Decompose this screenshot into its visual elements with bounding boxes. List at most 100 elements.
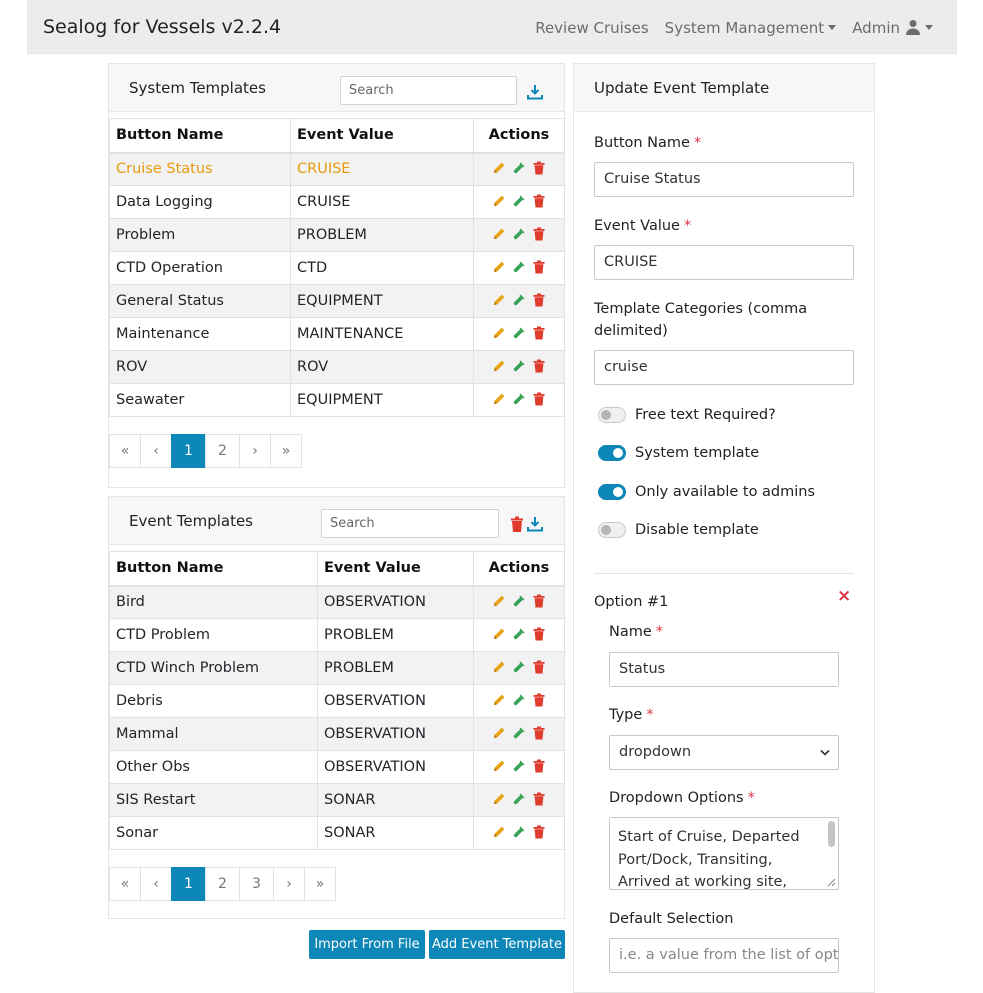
column-header-button-name[interactable]: Button Name [109, 551, 318, 587]
table-row[interactable]: Data Logging CRUISE [109, 185, 565, 219]
event-value-field[interactable]: CRUISE [594, 245, 854, 280]
table-row[interactable]: Other Obs OBSERVATION [109, 750, 565, 784]
pagination-next-page-button[interactable]: › [273, 867, 305, 901]
table-row[interactable]: Bird OBSERVATION [109, 585, 565, 619]
trash-icon[interactable] [532, 194, 546, 208]
nav-system-management[interactable]: System Management [665, 19, 837, 37]
nav-review-cruises[interactable]: Review Cruises [535, 19, 648, 37]
resize-grip-icon[interactable] [826, 877, 836, 887]
pencil-icon[interactable] [492, 359, 506, 373]
table-row[interactable]: Sonar SONAR [109, 816, 565, 850]
beaker-icon[interactable] [512, 392, 526, 406]
pagination-prev-page-button[interactable]: ‹ [140, 867, 172, 901]
pencil-icon[interactable] [492, 726, 506, 740]
table-row[interactable]: CTD Operation CTD [109, 251, 565, 285]
pagination-prev-page-button[interactable]: ‹ [140, 434, 172, 468]
pencil-icon[interactable] [492, 194, 506, 208]
beaker-icon[interactable] [512, 660, 526, 674]
beaker-icon[interactable] [512, 326, 526, 340]
add-event-template-button[interactable]: Add Event Template [429, 930, 565, 959]
trash-icon[interactable] [532, 227, 546, 241]
pencil-icon[interactable] [492, 627, 506, 641]
beaker-icon[interactable] [512, 759, 526, 773]
beaker-icon[interactable] [512, 627, 526, 641]
pagination-first-page-button[interactable]: « [109, 867, 141, 901]
table-row[interactable]: Seawater EQUIPMENT [109, 383, 565, 417]
template-categories-field[interactable]: cruise [594, 350, 854, 385]
beaker-icon[interactable] [512, 594, 526, 608]
dropdown-options-textarea[interactable]: Start of Cruise, Departed Port/Dock, Tra… [609, 817, 839, 890]
system-template-toggle[interactable]: System template [598, 443, 759, 463]
pencil-icon[interactable] [492, 326, 506, 340]
beaker-icon[interactable] [512, 260, 526, 274]
pencil-icon[interactable] [492, 825, 506, 839]
trash-icon[interactable] [509, 516, 525, 532]
admins-only-toggle[interactable]: Only available to admins [598, 482, 815, 502]
remove-option-icon[interactable]: × [837, 586, 851, 606]
pencil-icon[interactable] [492, 260, 506, 274]
pagination-next-page-button[interactable]: › [239, 434, 271, 468]
pencil-icon[interactable] [492, 660, 506, 674]
table-row[interactable]: SIS Restart SONAR [109, 783, 565, 817]
pencil-icon[interactable] [492, 594, 506, 608]
beaker-icon[interactable] [512, 359, 526, 373]
table-row[interactable]: Mammal OBSERVATION [109, 717, 565, 751]
pagination-page-1-button[interactable]: 1 [171, 434, 206, 468]
column-header-button-name[interactable]: Button Name [109, 118, 291, 154]
download-icon[interactable] [527, 516, 543, 532]
trash-icon[interactable] [532, 627, 546, 641]
pagination-page-2-button[interactable]: 2 [205, 867, 240, 901]
trash-icon[interactable] [532, 326, 546, 340]
beaker-icon[interactable] [512, 293, 526, 307]
table-row[interactable]: CTD Winch Problem PROBLEM [109, 651, 565, 685]
beaker-icon[interactable] [512, 194, 526, 208]
toggle-switch[interactable] [598, 522, 626, 538]
beaker-icon[interactable] [512, 693, 526, 707]
trash-icon[interactable] [532, 660, 546, 674]
beaker-icon[interactable] [512, 227, 526, 241]
disable-template-toggle[interactable]: Disable template [598, 520, 759, 540]
download-icon[interactable] [527, 84, 543, 100]
table-row[interactable]: Debris OBSERVATION [109, 684, 565, 718]
trash-icon[interactable] [532, 825, 546, 839]
pagination-last-page-button[interactable]: » [304, 867, 336, 901]
pagination-last-page-button[interactable]: » [270, 434, 302, 468]
trash-icon[interactable] [532, 161, 546, 175]
trash-icon[interactable] [532, 759, 546, 773]
table-row[interactable]: Maintenance MAINTENANCE [109, 317, 565, 351]
default-selection-field[interactable]: i.e. a value from the list of opti [609, 938, 839, 973]
table-row[interactable]: ROV ROV [109, 350, 565, 384]
event-templates-search-input[interactable] [321, 509, 499, 538]
pencil-icon[interactable] [492, 293, 506, 307]
column-header-event-value[interactable]: Event Value [290, 118, 474, 154]
app-brand[interactable]: Sealog for Vessels v2.2.4 [43, 16, 281, 38]
pencil-icon[interactable] [492, 792, 506, 806]
table-row[interactable]: Cruise Status CRUISE [109, 152, 565, 186]
trash-icon[interactable] [532, 693, 546, 707]
pagination-first-page-button[interactable]: « [109, 434, 141, 468]
table-row[interactable]: General Status EQUIPMENT [109, 284, 565, 318]
trash-icon[interactable] [532, 726, 546, 740]
free-text-required-toggle[interactable]: Free text Required? [598, 405, 776, 425]
pencil-icon[interactable] [492, 392, 506, 406]
pencil-icon[interactable] [492, 693, 506, 707]
nav-admin[interactable]: Admin [852, 19, 933, 37]
table-row[interactable]: CTD Problem PROBLEM [109, 618, 565, 652]
trash-icon[interactable] [532, 260, 546, 274]
option-name-field[interactable]: Status [609, 652, 839, 687]
toggle-switch[interactable] [598, 445, 626, 461]
beaker-icon[interactable] [512, 726, 526, 740]
pagination-page-1-button[interactable]: 1 [171, 867, 206, 901]
option-type-select[interactable]: dropdown [609, 735, 839, 770]
button-name-field[interactable]: Cruise Status [594, 162, 854, 197]
column-header-event-value[interactable]: Event Value [317, 551, 474, 587]
pagination-page-2-button[interactable]: 2 [205, 434, 240, 468]
system-templates-search-input[interactable] [340, 76, 517, 105]
trash-icon[interactable] [532, 359, 546, 373]
pagination-page-3-button[interactable]: 3 [239, 867, 274, 901]
toggle-switch[interactable] [598, 484, 626, 500]
pencil-icon[interactable] [492, 161, 506, 175]
textarea-scrollbar[interactable] [828, 821, 835, 847]
beaker-icon[interactable] [512, 825, 526, 839]
table-row[interactable]: Problem PROBLEM [109, 218, 565, 252]
